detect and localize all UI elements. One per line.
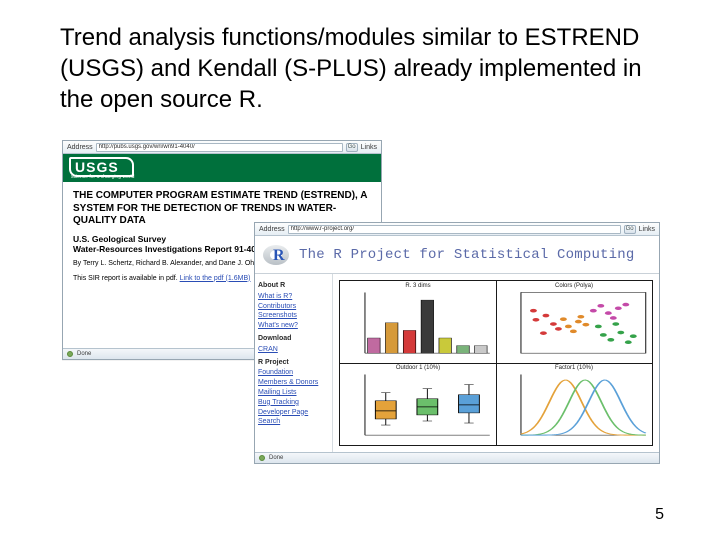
r-address-bar[interactable]: http://www.r-project.org/	[288, 225, 621, 234]
r-sidebar: About R What is R?ContributorsScreenshot…	[255, 274, 333, 452]
sidebar-link[interactable]: Mailing Lists	[258, 388, 329, 398]
usgs-download-pre: This SIR report is available in pdf.	[73, 275, 178, 282]
sidebar-link[interactable]: What's new?	[258, 321, 329, 331]
status-dot-icon	[259, 455, 265, 461]
sidebar-link[interactable]: Screenshots	[258, 311, 329, 321]
page-number: 5	[655, 506, 664, 524]
sidebar-link[interactable]: Developer Page	[258, 408, 329, 418]
sidebar-link[interactable]: CRAN	[258, 345, 329, 355]
links-label: Links	[639, 226, 655, 233]
usgs-banner: USGS science for a changing world	[63, 154, 381, 182]
usgs-address-bar[interactable]: http://pubs.usgs.gov/wri/wri91-4040/	[96, 143, 343, 152]
go-button[interactable]: Go	[624, 225, 636, 234]
usgs-pdf-link[interactable]: Link to the pdf (1.6MB)	[180, 275, 251, 282]
r-status-text: Done	[269, 455, 283, 461]
slide-heading: Trend analysis functions/modules similar…	[60, 22, 660, 116]
sidebar-heading-rproject: R Project	[258, 358, 329, 368]
usgs-toolbar: Address http://pubs.usgs.gov/wri/wri91-4…	[63, 141, 381, 154]
sidebar-link[interactable]: Members & Donors	[258, 378, 329, 388]
plot-q1-bars: R. 3 dims	[340, 281, 496, 363]
status-dot-icon	[67, 351, 73, 357]
usgs-tagline: science for a changing world	[71, 174, 134, 180]
links-label: Links	[361, 144, 377, 151]
sidebar-link[interactable]: Foundation	[258, 368, 329, 378]
plot-q3-box: Outdoor 1 (10%)	[340, 363, 496, 445]
address-label: Address	[67, 144, 93, 151]
go-button[interactable]: Go	[346, 143, 358, 152]
sidebar-link[interactable]: Bug Tracking	[258, 398, 329, 408]
r-page-title: The R Project for Statistical Computing	[299, 247, 634, 263]
r-toolbar: Address http://www.r-project.org/ Go Lin…	[255, 223, 659, 236]
r-logo-icon: R	[263, 243, 291, 267]
sidebar-link[interactable]: Search	[258, 417, 329, 427]
plot-q4-density: Factor1 (10%)	[496, 363, 652, 445]
plot-q2-scatter: Colors (Polya)	[496, 281, 652, 363]
sidebar-link[interactable]: What is R?	[258, 292, 329, 302]
r-plot-grid: R. 3 dims Colors (Polya) Outdoor 1 (10%)…	[333, 274, 659, 452]
sidebar-heading-download: Download	[258, 334, 329, 344]
address-label: Address	[259, 226, 285, 233]
plot-grid-frame: R. 3 dims Colors (Polya) Outdoor 1 (10%)…	[339, 280, 653, 446]
slide: Trend analysis functions/modules similar…	[0, 0, 720, 540]
r-page-main: About R What is R?ContributorsScreenshot…	[255, 274, 659, 452]
r-page-header: R The R Project for Statistical Computin…	[255, 236, 659, 274]
r-status-bar: Done	[255, 452, 659, 463]
sidebar-link[interactable]: Contributors	[258, 302, 329, 312]
r-browser-window: Address http://www.r-project.org/ Go Lin…	[254, 222, 660, 464]
sidebar-heading-about: About R	[258, 281, 329, 291]
usgs-status-text: Done	[77, 351, 91, 357]
go-label: Go	[626, 226, 634, 232]
go-label: Go	[348, 144, 356, 150]
